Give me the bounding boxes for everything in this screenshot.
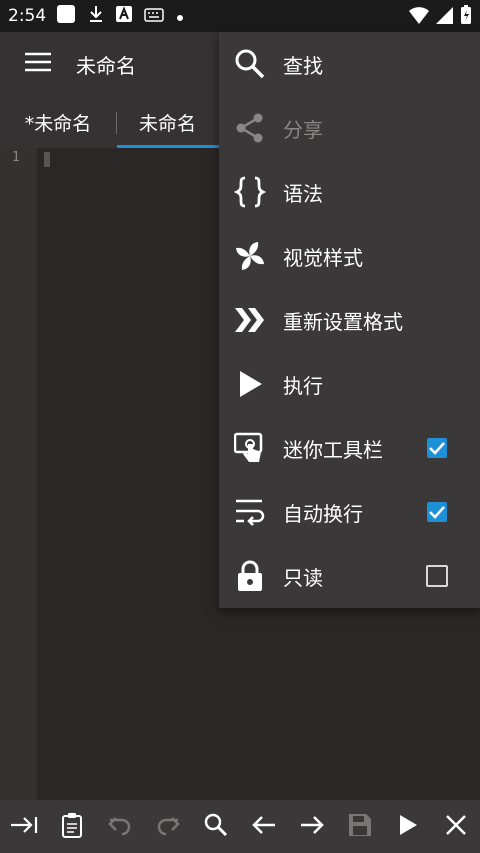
run-button[interactable]: [388, 807, 428, 847]
tab-label: *未命名: [24, 112, 92, 135]
play-icon: [233, 368, 267, 400]
signal-icon: [436, 6, 454, 28]
menu-item-label: 自动换行: [283, 501, 363, 526]
page-title: 未命名: [76, 53, 136, 78]
previous-button[interactable]: [244, 807, 284, 847]
hamburger-icon: [25, 52, 51, 76]
tab-unsaved[interactable]: *未命名: [0, 96, 116, 148]
paste-button[interactable]: [52, 807, 92, 847]
undo-button[interactable]: [100, 807, 140, 847]
hamburger-menu-button[interactable]: [0, 32, 76, 96]
menu-item-mini-toolbar[interactable]: 迷你工具栏: [219, 416, 480, 480]
menu-item-label: 查找: [283, 53, 323, 78]
touch-icon: [233, 432, 267, 464]
status-bar: 2:54: [0, 0, 480, 32]
search-icon: [233, 48, 267, 80]
menu-item-share[interactable]: 分享: [219, 96, 480, 160]
menu-item-label: 只读: [283, 565, 323, 590]
close-button[interactable]: [436, 807, 476, 847]
menu-item-find[interactable]: 查找: [219, 32, 480, 96]
double-chevron-icon: [233, 304, 267, 336]
tab-label: 未命名: [138, 112, 196, 135]
menu-item-label: 重新设置格式: [283, 309, 403, 334]
tab-indent-icon: [9, 814, 39, 840]
notification-square-icon: [56, 4, 76, 28]
overflow-menu: 查找 分享 语法 视觉样式 重新设置格式 执行 迷你工具栏 自动换行 只读: [219, 32, 480, 608]
wrap-icon: [233, 496, 267, 528]
mini-toolbar-checkbox[interactable]: [425, 436, 449, 460]
menu-item-label: 分享: [283, 117, 323, 142]
keyboard-icon: [144, 7, 164, 26]
menu-item-word-wrap[interactable]: 自动换行: [219, 480, 480, 544]
bottom-toolbar: [0, 800, 480, 853]
clipboard-icon: [61, 812, 83, 842]
lock-icon: [233, 560, 267, 592]
redo-button[interactable]: [148, 807, 188, 847]
menu-item-label: 执行: [283, 373, 323, 398]
menu-item-read-only[interactable]: 只读: [219, 544, 480, 608]
menu-item-execute[interactable]: 执行: [219, 352, 480, 416]
battery-charging-icon: [460, 5, 472, 29]
redo-icon: [155, 814, 181, 840]
dot-icon: [176, 7, 184, 26]
menu-item-reformat[interactable]: 重新设置格式: [219, 288, 480, 352]
save-button[interactable]: [340, 807, 380, 847]
pinwheel-icon: [233, 240, 267, 272]
status-time: 2:54: [8, 6, 47, 26]
close-icon: [445, 814, 467, 840]
search-icon: [204, 813, 228, 841]
line-number: 1: [12, 150, 20, 165]
menu-item-label: 语法: [283, 181, 323, 206]
wifi-icon: [408, 5, 430, 29]
menu-item-label: 迷你工具栏: [283, 437, 383, 462]
indent-button[interactable]: [4, 807, 44, 847]
menu-item-syntax[interactable]: 语法: [219, 160, 480, 224]
arrow-right-icon: [299, 814, 325, 840]
menu-item-label: 视觉样式: [283, 245, 363, 270]
download-icon: [88, 5, 104, 27]
word-wrap-checkbox[interactable]: [425, 500, 449, 524]
save-disk-icon: [348, 813, 372, 841]
font-app-icon: [116, 6, 133, 26]
braces-icon: [233, 176, 267, 208]
line-number-gutter: 1: [0, 148, 37, 800]
play-icon: [398, 814, 418, 840]
next-button[interactable]: [292, 807, 332, 847]
share-icon: [233, 112, 267, 144]
arrow-left-icon: [251, 814, 277, 840]
menu-item-visual-style[interactable]: 视觉样式: [219, 224, 480, 288]
tab-active[interactable]: 未命名: [117, 96, 218, 148]
undo-icon: [107, 814, 133, 840]
read-only-checkbox[interactable]: [425, 564, 449, 588]
search-button[interactable]: [196, 807, 236, 847]
text-cursor: [44, 152, 50, 167]
